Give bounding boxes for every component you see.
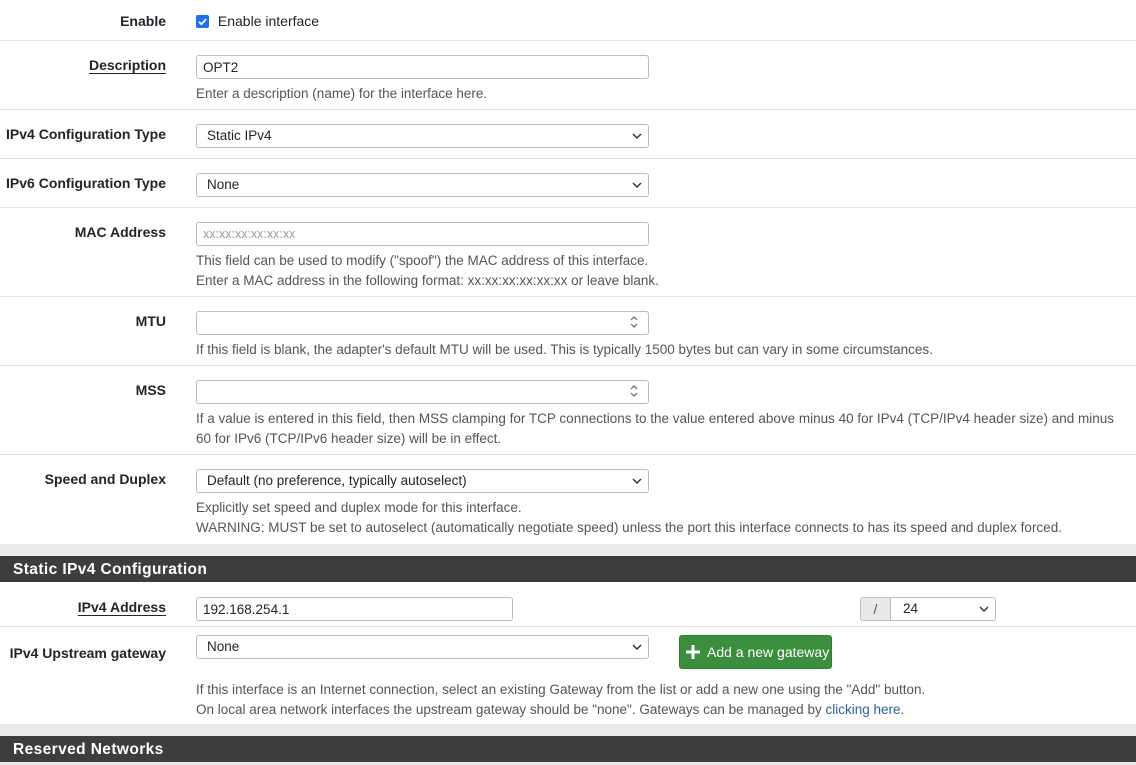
row-ipv6-type: IPv6 Configuration Type None <box>0 159 1136 208</box>
row-speed-duplex: Speed and Duplex Default (no preference,… <box>0 455 1136 544</box>
gateway-label: IPv4 Upstream gateway <box>9 645 166 661</box>
chevron-down-icon <box>632 478 642 485</box>
speed-help-1: Explicitly set speed and duplex mode for… <box>196 500 522 515</box>
mss-label: MSS <box>135 382 166 398</box>
cidr-prefix-value: 24 <box>903 601 919 616</box>
row-ipv4-gateway: IPv4 Upstream gateway None Add a new gat… <box>0 627 1136 724</box>
reserved-networks-section-title: Reserved Networks <box>0 736 1136 762</box>
gateway-value: None <box>207 639 240 654</box>
gateway-help-2-text: On local area network interfaces the ups… <box>196 702 826 717</box>
mss-help-1: If a value is entered in this field, the… <box>196 411 1114 426</box>
mtu-label: MTU <box>135 313 166 329</box>
row-ipv4-address: IPv4 Address / 24 <box>0 582 1136 627</box>
mtu-input[interactable] <box>196 311 649 335</box>
description-label: Description <box>88 57 166 73</box>
description-input[interactable] <box>196 55 649 79</box>
mac-input[interactable] <box>196 222 649 246</box>
speed-select[interactable]: Default (no preference, typically autose… <box>196 469 649 493</box>
chevron-down-icon <box>632 644 642 651</box>
add-gateway-label: Add a new gateway <box>707 644 830 660</box>
spinner-arrows-icon[interactable] <box>629 383 639 399</box>
enable-checkbox-label: Enable interface <box>217 13 320 29</box>
chevron-down-icon <box>979 606 989 613</box>
general-config-panel: Enable Enable interface Description Ente… <box>0 0 1136 544</box>
ipv6-type-label: IPv6 Configuration Type <box>6 175 166 191</box>
mac-help-1: This field can be used to modify ("spoof… <box>196 253 649 268</box>
ipv4-address-label: IPv4 Address <box>77 599 166 615</box>
ipv6-type-select[interactable]: None <box>196 173 649 197</box>
mtu-help: If this field is blank, the adapter's de… <box>196 342 933 357</box>
cidr-prefix-select[interactable]: 24 <box>890 597 996 621</box>
gateway-help-1: If this interface is an Internet connect… <box>196 682 926 697</box>
enable-label: Enable <box>120 13 166 29</box>
enable-checkbox-wrap[interactable]: Enable interface <box>196 13 319 29</box>
mss-help-2: 60 for IPv6 (TCP/IPv6 header size) will … <box>196 431 502 446</box>
row-enable: Enable Enable interface <box>0 0 1136 41</box>
add-gateway-button[interactable]: Add a new gateway <box>679 635 832 669</box>
mac-label: MAC Address <box>74 224 166 240</box>
gateway-help-2: On local area network interfaces the ups… <box>196 700 904 720</box>
speed-label: Speed and Duplex <box>44 471 166 487</box>
ipv4-address-input[interactable] <box>196 597 513 621</box>
speed-value: Default (no preference, typically autose… <box>207 473 467 488</box>
mss-input-wrap <box>196 380 649 404</box>
chevron-down-icon <box>632 182 642 189</box>
ipv6-type-value: None <box>207 177 240 192</box>
ipv4-type-select[interactable]: Static IPv4 <box>196 124 649 148</box>
row-mss: MSS If a value is entered in this field,… <box>0 366 1136 455</box>
ipv4-type-label: IPv4 Configuration Type <box>6 126 166 142</box>
section-gap <box>0 724 1136 736</box>
static-ipv4-section-title: Static IPv4 Configuration <box>0 556 1136 582</box>
mss-input[interactable] <box>196 380 649 404</box>
spinner-arrows-icon[interactable] <box>629 314 639 330</box>
plus-icon <box>686 645 700 659</box>
gateways-link[interactable]: clicking here <box>825 702 900 717</box>
description-help: Enter a description (name) for the inter… <box>196 86 488 101</box>
section-gap <box>0 544 1136 556</box>
gateway-select[interactable]: None <box>196 635 649 659</box>
ipv4-type-value: Static IPv4 <box>207 128 272 143</box>
gateway-help-2-end: . <box>900 702 905 717</box>
chevron-down-icon <box>632 133 642 140</box>
cidr-slash-addon: / <box>860 597 891 621</box>
row-ipv4-type: IPv4 Configuration Type Static IPv4 <box>0 110 1136 159</box>
row-mac-address: MAC Address This field can be used to mo… <box>0 208 1136 297</box>
enable-checkbox[interactable] <box>196 15 209 28</box>
mac-help-2: Enter a MAC address in the following for… <box>196 273 659 288</box>
speed-help-2: WARNING: MUST be set to autoselect (auto… <box>196 520 1062 535</box>
row-description: Description Enter a description (name) f… <box>0 41 1136 110</box>
mtu-input-wrap <box>196 311 649 335</box>
checkmark-icon <box>198 18 207 26</box>
row-mtu: MTU If this field is blank, the adapter'… <box>0 297 1136 366</box>
static-ipv4-panel: IPv4 Address / 24 IPv4 Upstream gateway … <box>0 582 1136 724</box>
